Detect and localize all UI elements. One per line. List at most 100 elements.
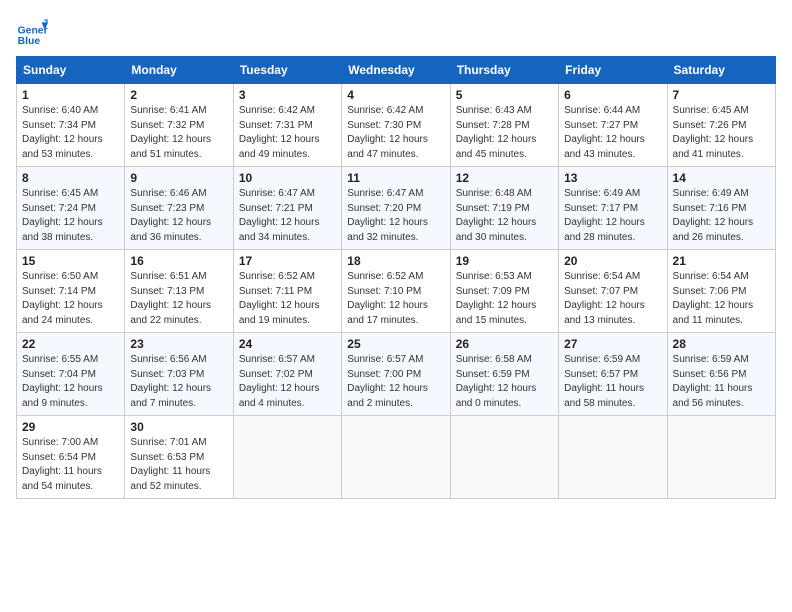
day-number: 5 — [456, 88, 553, 102]
calendar-day-24: 24 Sunrise: 6:57 AM Sunset: 7:02 PM Dayli… — [233, 333, 341, 416]
day-info: Sunrise: 7:01 AM Sunset: 6:53 PM Dayligh… — [130, 436, 227, 494]
day-number: 25 — [347, 337, 444, 351]
day-info: Sunrise: 6:49 AM Sunset: 7:17 PM Dayligh… — [564, 187, 661, 245]
day-number: 4 — [347, 88, 444, 102]
calendar-day-8: 8 Sunrise: 6:45 AM Sunset: 7:24 PM Daylig… — [17, 167, 125, 250]
calendar-week-2: 8 Sunrise: 6:45 AM Sunset: 7:24 PM Daylig… — [17, 167, 776, 250]
page-header: General Blue — [16, 16, 776, 48]
day-number: 9 — [130, 171, 227, 185]
calendar-day-21: 21 Sunrise: 6:54 AM Sunset: 7:06 PM Dayli… — [667, 250, 775, 333]
day-number: 12 — [456, 171, 553, 185]
day-info: Sunrise: 6:57 AM Sunset: 7:02 PM Dayligh… — [239, 353, 336, 411]
day-info: Sunrise: 6:52 AM Sunset: 7:11 PM Dayligh… — [239, 270, 336, 328]
calendar-day-2: 2Sunrise: 6:41 AM Sunset: 7:32 PM Daylig… — [125, 84, 233, 167]
day-number: 8 — [22, 171, 119, 185]
calendar-day-23: 23 Sunrise: 6:56 AM Sunset: 7:03 PM Dayli… — [125, 333, 233, 416]
calendar-table: SundayMondayTuesdayWednesdayThursdayFrid… — [16, 56, 776, 499]
calendar-day-12: 12 Sunrise: 6:48 AM Sunset: 7:19 PM Dayli… — [450, 167, 558, 250]
weekday-header-wednesday: Wednesday — [342, 57, 450, 84]
calendar-day-9: 9 Sunrise: 6:46 AM Sunset: 7:23 PM Daylig… — [125, 167, 233, 250]
day-number: 3 — [239, 88, 336, 102]
day-info: Sunrise: 6:54 AM Sunset: 7:06 PM Dayligh… — [673, 270, 770, 328]
day-number: 26 — [456, 337, 553, 351]
calendar-day-1: 1Sunrise: 6:40 AM Sunset: 7:34 PM Daylig… — [17, 84, 125, 167]
day-info: Sunrise: 6:51 AM Sunset: 7:13 PM Dayligh… — [130, 270, 227, 328]
day-number: 23 — [130, 337, 227, 351]
day-number: 6 — [564, 88, 661, 102]
day-info: Sunrise: 6:44 AM Sunset: 7:27 PM Dayligh… — [564, 104, 661, 162]
weekday-header-monday: Monday — [125, 57, 233, 84]
day-info: Sunrise: 6:43 AM Sunset: 7:28 PM Dayligh… — [456, 104, 553, 162]
calendar-day-28: 28 Sunrise: 6:59 AM Sunset: 6:56 PM Dayli… — [667, 333, 775, 416]
calendar-week-3: 15Sunrise: 6:50 AM Sunset: 7:14 PM Dayli… — [17, 250, 776, 333]
day-number: 1 — [22, 88, 119, 102]
empty-cell — [342, 416, 450, 499]
empty-cell — [667, 416, 775, 499]
calendar-day-3: 3 Sunrise: 6:42 AM Sunset: 7:31 PM Daylig… — [233, 84, 341, 167]
calendar-week-5: 29Sunrise: 7:00 AM Sunset: 6:54 PM Dayli… — [17, 416, 776, 499]
calendar-day-17: 17 Sunrise: 6:52 AM Sunset: 7:11 PM Dayli… — [233, 250, 341, 333]
empty-cell — [233, 416, 341, 499]
day-info: Sunrise: 6:59 AM Sunset: 6:57 PM Dayligh… — [564, 353, 661, 411]
day-info: Sunrise: 6:53 AM Sunset: 7:09 PM Dayligh… — [456, 270, 553, 328]
calendar-day-15: 15Sunrise: 6:50 AM Sunset: 7:14 PM Dayli… — [17, 250, 125, 333]
weekday-header-thursday: Thursday — [450, 57, 558, 84]
day-number: 21 — [673, 254, 770, 268]
calendar-day-4: 4 Sunrise: 6:42 AM Sunset: 7:30 PM Daylig… — [342, 84, 450, 167]
day-info: Sunrise: 6:57 AM Sunset: 7:00 PM Dayligh… — [347, 353, 444, 411]
calendar-day-7: 7Sunrise: 6:45 AM Sunset: 7:26 PM Daylig… — [667, 84, 775, 167]
day-info: Sunrise: 6:52 AM Sunset: 7:10 PM Dayligh… — [347, 270, 444, 328]
day-info: Sunrise: 6:50 AM Sunset: 7:14 PM Dayligh… — [22, 270, 119, 328]
weekday-header-row: SundayMondayTuesdayWednesdayThursdayFrid… — [17, 57, 776, 84]
day-number: 28 — [673, 337, 770, 351]
logo-icon: General Blue — [16, 16, 48, 48]
calendar-day-22: 22Sunrise: 6:55 AM Sunset: 7:04 PM Dayli… — [17, 333, 125, 416]
day-info: Sunrise: 6:49 AM Sunset: 7:16 PM Dayligh… — [673, 187, 770, 245]
calendar-day-27: 27 Sunrise: 6:59 AM Sunset: 6:57 PM Dayli… — [559, 333, 667, 416]
calendar-week-1: 1Sunrise: 6:40 AM Sunset: 7:34 PM Daylig… — [17, 84, 776, 167]
day-info: Sunrise: 6:48 AM Sunset: 7:19 PM Dayligh… — [456, 187, 553, 245]
svg-text:General: General — [18, 26, 48, 37]
calendar-day-6: 6 Sunrise: 6:44 AM Sunset: 7:27 PM Daylig… — [559, 84, 667, 167]
day-info: Sunrise: 6:58 AM Sunset: 6:59 PM Dayligh… — [456, 353, 553, 411]
day-number: 29 — [22, 420, 119, 434]
calendar-day-20: 20 Sunrise: 6:54 AM Sunset: 7:07 PM Dayli… — [559, 250, 667, 333]
day-info: Sunrise: 6:42 AM Sunset: 7:30 PM Dayligh… — [347, 104, 444, 162]
empty-cell — [450, 416, 558, 499]
day-info: Sunrise: 6:46 AM Sunset: 7:23 PM Dayligh… — [130, 187, 227, 245]
weekday-header-tuesday: Tuesday — [233, 57, 341, 84]
day-info: Sunrise: 6:42 AM Sunset: 7:31 PM Dayligh… — [239, 104, 336, 162]
weekday-header-friday: Friday — [559, 57, 667, 84]
calendar-day-19: 19 Sunrise: 6:53 AM Sunset: 7:09 PM Dayli… — [450, 250, 558, 333]
day-number: 10 — [239, 171, 336, 185]
calendar-day-10: 10 Sunrise: 6:47 AM Sunset: 7:21 PM Dayli… — [233, 167, 341, 250]
day-number: 24 — [239, 337, 336, 351]
calendar-day-25: 25 Sunrise: 6:57 AM Sunset: 7:00 PM Dayli… — [342, 333, 450, 416]
day-info: Sunrise: 6:59 AM Sunset: 6:56 PM Dayligh… — [673, 353, 770, 411]
calendar-day-30: 30Sunrise: 7:01 AM Sunset: 6:53 PM Dayli… — [125, 416, 233, 499]
day-info: Sunrise: 6:54 AM Sunset: 7:07 PM Dayligh… — [564, 270, 661, 328]
day-info: Sunrise: 6:56 AM Sunset: 7:03 PM Dayligh… — [130, 353, 227, 411]
calendar-day-11: 11Sunrise: 6:47 AM Sunset: 7:20 PM Dayli… — [342, 167, 450, 250]
calendar-day-16: 16 Sunrise: 6:51 AM Sunset: 7:13 PM Dayli… — [125, 250, 233, 333]
day-number: 14 — [673, 171, 770, 185]
day-info: Sunrise: 6:47 AM Sunset: 7:20 PM Dayligh… — [347, 187, 444, 245]
day-number: 19 — [456, 254, 553, 268]
day-number: 7 — [673, 88, 770, 102]
day-number: 27 — [564, 337, 661, 351]
day-number: 2 — [130, 88, 227, 102]
day-number: 20 — [564, 254, 661, 268]
calendar-day-29: 29Sunrise: 7:00 AM Sunset: 6:54 PM Dayli… — [17, 416, 125, 499]
calendar-day-18: 18 Sunrise: 6:52 AM Sunset: 7:10 PM Dayli… — [342, 250, 450, 333]
calendar-week-4: 22Sunrise: 6:55 AM Sunset: 7:04 PM Dayli… — [17, 333, 776, 416]
weekday-header-sunday: Sunday — [17, 57, 125, 84]
empty-cell — [559, 416, 667, 499]
day-number: 17 — [239, 254, 336, 268]
day-info: Sunrise: 6:45 AM Sunset: 7:24 PM Dayligh… — [22, 187, 119, 245]
day-info: Sunrise: 6:55 AM Sunset: 7:04 PM Dayligh… — [22, 353, 119, 411]
weekday-header-saturday: Saturday — [667, 57, 775, 84]
day-info: Sunrise: 6:47 AM Sunset: 7:21 PM Dayligh… — [239, 187, 336, 245]
day-number: 16 — [130, 254, 227, 268]
logo: General Blue — [16, 16, 48, 48]
day-number: 18 — [347, 254, 444, 268]
